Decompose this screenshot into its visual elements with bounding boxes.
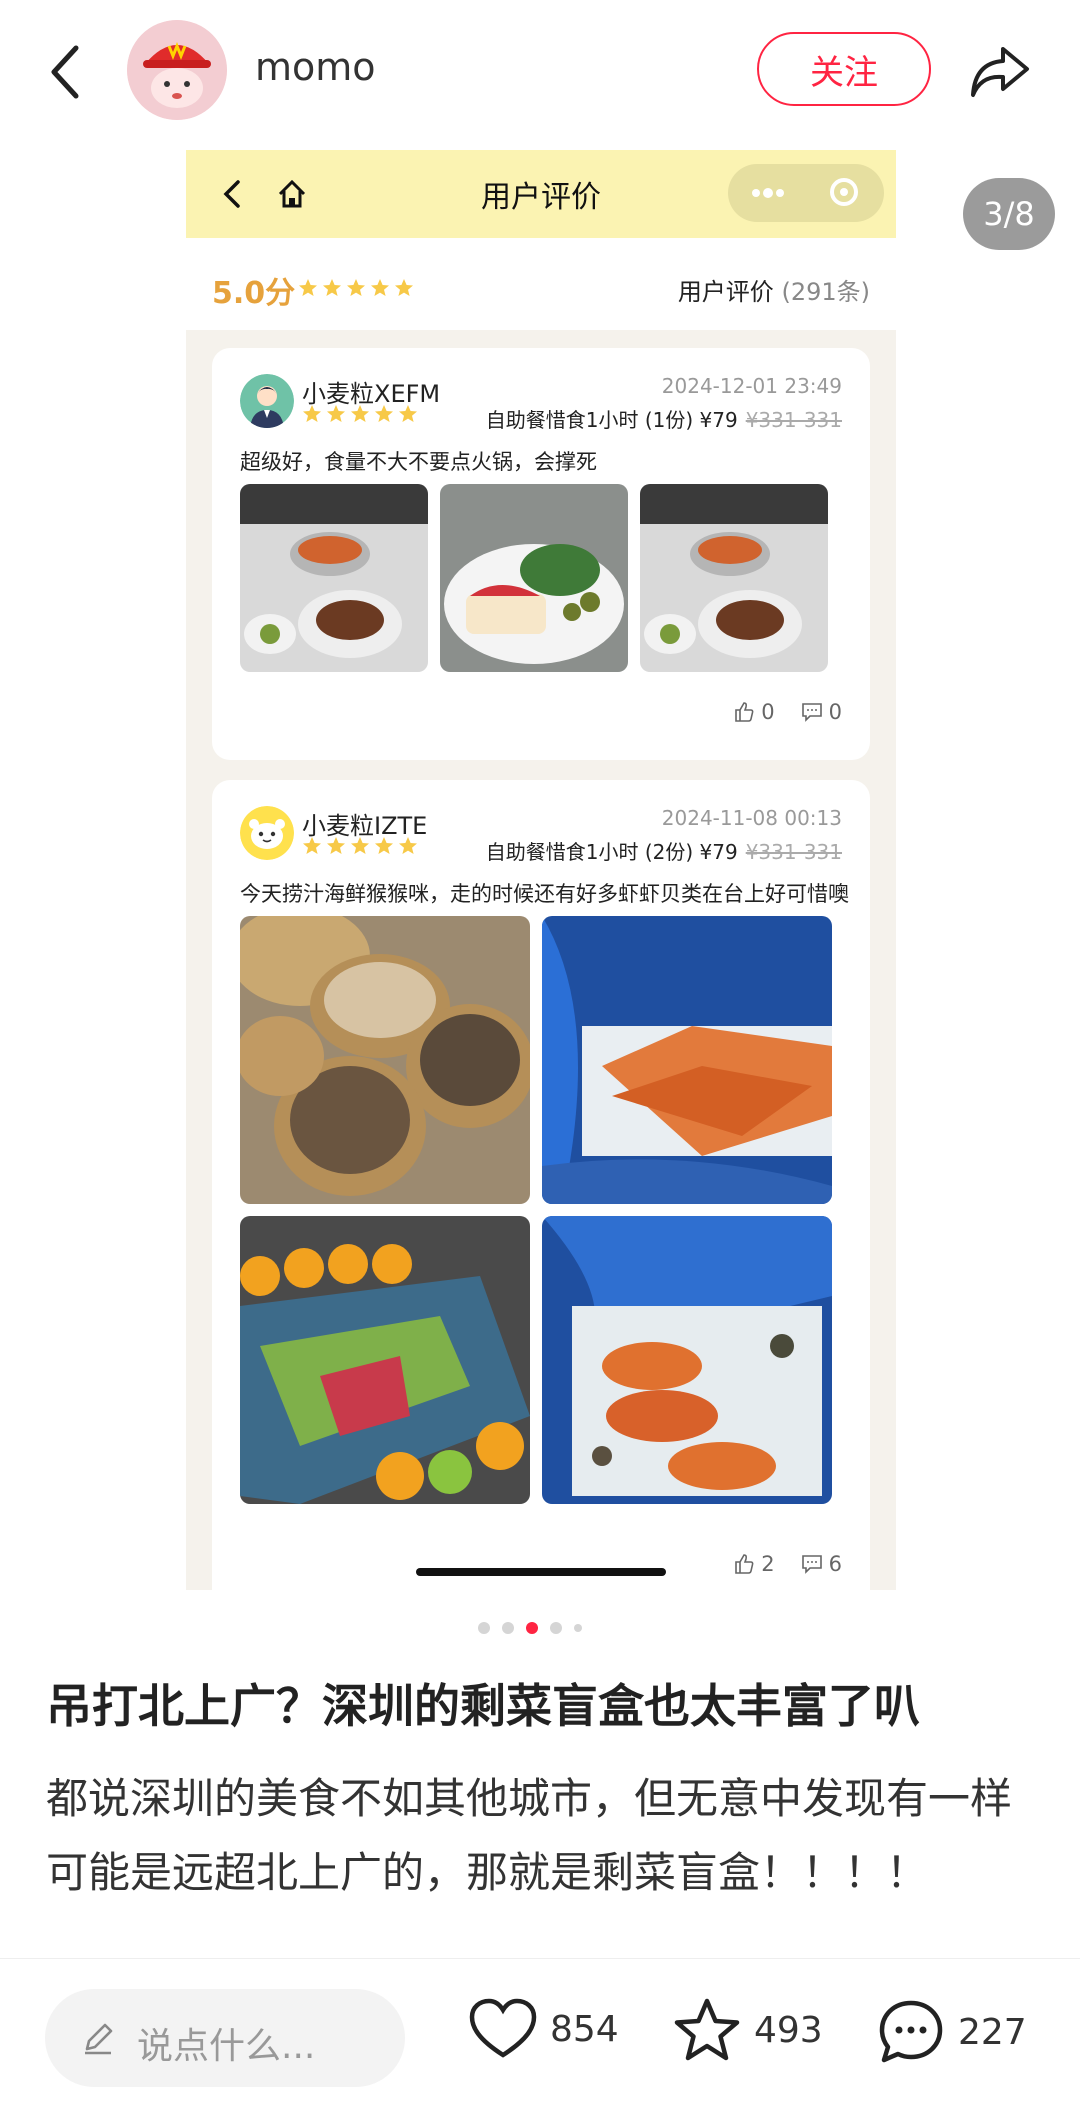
star-icon bbox=[674, 1998, 740, 2061]
comment-bubble-icon bbox=[879, 2000, 943, 2063]
avatar[interactable] bbox=[127, 20, 227, 120]
comment-input[interactable]: 说点什么... bbox=[45, 1989, 405, 2087]
review-date: 2024-12-01 23:49 bbox=[661, 374, 842, 398]
review-count: 用户评价 (291条) bbox=[678, 272, 870, 307]
comment-count: 6 bbox=[828, 1552, 842, 1576]
comment-count: 0 bbox=[828, 700, 842, 724]
product-info: 自助餐惜食1小时 (2份) ¥79 bbox=[485, 840, 738, 864]
comment-count: 227 bbox=[958, 2011, 1027, 2053]
star-icon bbox=[395, 279, 413, 296]
username[interactable]: momo bbox=[255, 45, 376, 89]
home-indicator bbox=[416, 1568, 666, 1576]
star-icon bbox=[351, 405, 369, 422]
heart-icon bbox=[469, 1998, 537, 2058]
review-text: 今天捞汁海鲜猴猴咪，走的时候还有好多虾虾贝类在台上好可惜噢 bbox=[240, 882, 849, 906]
review-card: 小麦粒IZTE 2024-11-08 00:13 自助餐惜食1小时 (2份) ¥… bbox=[212, 780, 870, 1590]
reviewer-avatar bbox=[240, 374, 294, 428]
star-icon bbox=[303, 837, 321, 854]
star-icon bbox=[375, 837, 393, 854]
original-price: ¥331-331 bbox=[745, 840, 842, 864]
food-photo bbox=[440, 484, 628, 672]
star-icon bbox=[299, 279, 317, 296]
review-photos bbox=[240, 916, 832, 1504]
image-page-indicator: 3/8 bbox=[963, 178, 1055, 250]
rating-score: 5.0分 bbox=[212, 276, 296, 311]
reviewer-avatar bbox=[240, 806, 294, 860]
food-photo bbox=[640, 484, 828, 672]
review-actions: 2 6 bbox=[733, 1552, 842, 1576]
post-body: 都说深圳的美食不如其他城市，但无意中发现有一样可能是远超北上广的，那就是剩菜盲盒… bbox=[46, 1774, 1013, 1897]
comment-icon bbox=[801, 703, 822, 722]
more-icon bbox=[748, 184, 788, 202]
collect-count: 493 bbox=[754, 2009, 823, 2051]
product-info: 自助餐惜食1小时 (1份) ¥79 bbox=[485, 408, 738, 432]
rating-stars bbox=[298, 278, 414, 298]
thumbs-up-icon bbox=[735, 1554, 754, 1574]
close-miniprogram-icon bbox=[830, 178, 858, 206]
star-icon bbox=[371, 279, 389, 296]
review-count-number: (291条) bbox=[781, 278, 870, 306]
comment-action[interactable]: 0 bbox=[801, 700, 842, 724]
post-title: 吊打北上广？深圳的剩菜盲盒也太丰富了叭 bbox=[46, 1679, 920, 1733]
like-count: 854 bbox=[550, 2008, 619, 2050]
like-count: 0 bbox=[761, 700, 775, 724]
review-product: 自助餐惜食1小时 (2份) ¥79 ¥331-331 bbox=[486, 836, 842, 865]
review-photos bbox=[240, 484, 828, 672]
bottom-bar: 说点什么... 854 493 227 bbox=[0, 1958, 1080, 2116]
food-photo bbox=[542, 916, 832, 1204]
food-photo bbox=[542, 1216, 832, 1504]
post-image[interactable]: 用户评价 5.0分 用户评价 (291条) 小麦粒XEFM 2024-12-01… bbox=[186, 150, 896, 1590]
carousel-dot-active[interactable] bbox=[526, 1622, 538, 1634]
like-button[interactable]: 854 bbox=[468, 1997, 619, 2061]
star-icon bbox=[327, 405, 345, 422]
review-title-label: 用户评价 bbox=[677, 278, 774, 306]
like-action[interactable]: 0 bbox=[733, 700, 775, 724]
review-product: 自助餐惜食1小时 (1份) ¥79 ¥331-331 bbox=[486, 404, 842, 433]
top-bar: momo 关注 bbox=[0, 0, 1080, 140]
star-icon bbox=[347, 279, 365, 296]
mini-nav-bar: 用户评价 bbox=[186, 150, 896, 238]
review-stars bbox=[302, 836, 418, 856]
star-icon bbox=[375, 405, 393, 422]
food-photo bbox=[240, 1216, 530, 1504]
comment-placeholder: 说点什么... bbox=[137, 2026, 316, 2067]
like-count: 2 bbox=[761, 1552, 775, 1576]
comment-button[interactable]: 227 bbox=[876, 1997, 1027, 2067]
collect-button[interactable]: 493 bbox=[672, 1997, 823, 2063]
star-icon bbox=[303, 405, 321, 422]
carousel-dot[interactable] bbox=[478, 1622, 490, 1634]
star-icon bbox=[327, 837, 345, 854]
review-stars bbox=[302, 404, 418, 424]
carousel-dot[interactable] bbox=[550, 1622, 562, 1634]
review-date: 2024-11-08 00:13 bbox=[661, 806, 842, 830]
mini-program-capsule bbox=[728, 164, 884, 222]
carousel-dot[interactable] bbox=[502, 1622, 514, 1634]
star-icon bbox=[351, 837, 369, 854]
back-icon[interactable] bbox=[40, 30, 100, 110]
carousel-dots bbox=[478, 1622, 582, 1634]
like-action[interactable]: 2 bbox=[733, 1552, 775, 1576]
review-card: 小麦粒XEFM 2024-12-01 23:49 自助餐惜食1小时 (1份) ¥… bbox=[212, 348, 870, 760]
star-icon bbox=[399, 837, 417, 854]
thumbs-up-icon bbox=[735, 702, 754, 722]
follow-button[interactable]: 关注 bbox=[757, 32, 931, 106]
star-icon bbox=[399, 405, 417, 422]
food-photo bbox=[240, 916, 530, 1204]
review-text: 超级好，食量不大不要点火锅，会撑死 bbox=[240, 450, 597, 474]
rating-summary: 5.0分 用户评价 (291条) bbox=[186, 238, 896, 330]
comment-icon bbox=[801, 1555, 822, 1574]
food-photo bbox=[240, 484, 428, 672]
carousel-dot[interactable] bbox=[574, 1624, 582, 1632]
review-actions: 0 0 bbox=[733, 700, 842, 724]
original-price: ¥331-331 bbox=[745, 408, 842, 432]
pencil-icon bbox=[79, 2019, 117, 2057]
share-icon[interactable] bbox=[965, 35, 1035, 105]
star-icon bbox=[323, 279, 341, 296]
comment-action[interactable]: 6 bbox=[801, 1552, 842, 1576]
